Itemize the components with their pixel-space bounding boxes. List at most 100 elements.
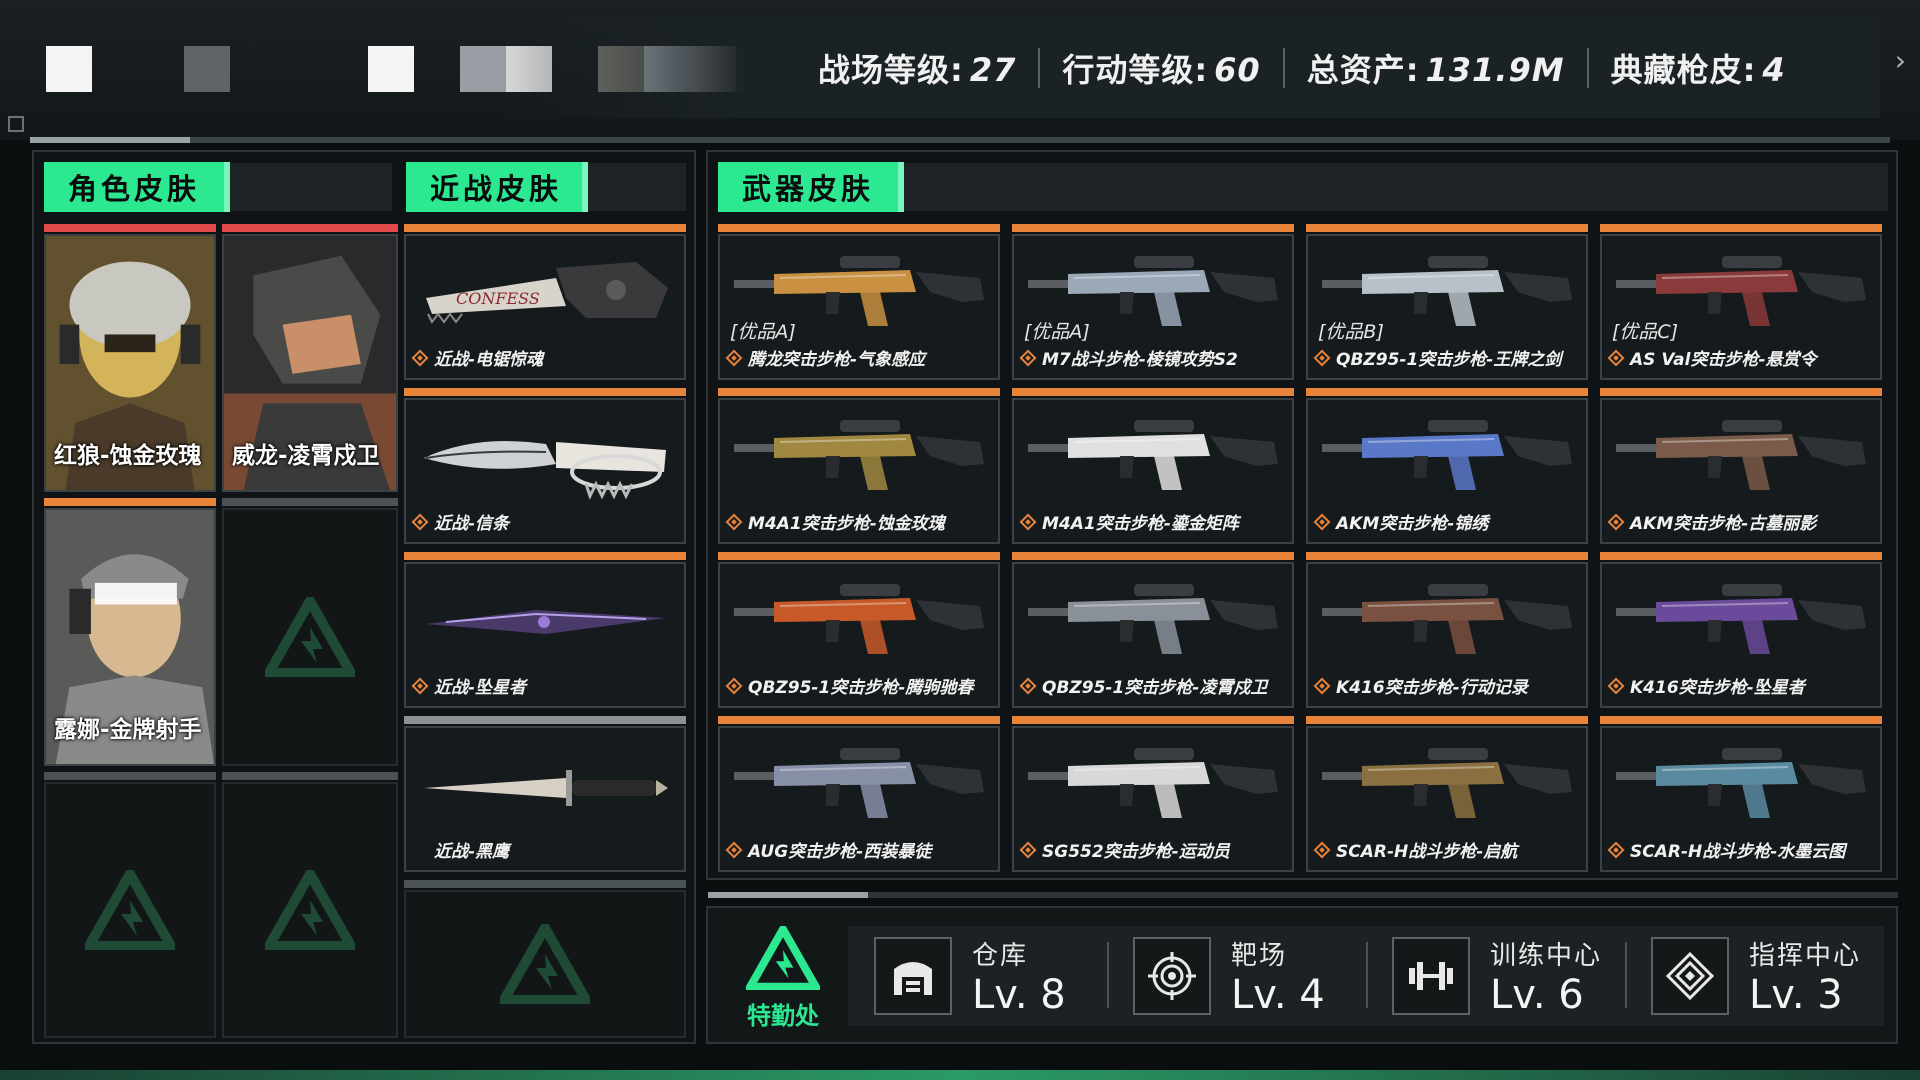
stat-value: 131.9M — [1425, 51, 1565, 89]
delta-logo-icon — [743, 921, 823, 991]
rifle-icon — [1322, 748, 1572, 818]
weapon-card[interactable]: [优品A] M7战斗步枪-棱镜攻势S2 — [1012, 234, 1294, 380]
melee-card[interactable]: 近战-坠星者 — [404, 562, 686, 708]
stat-separator: : — [1742, 51, 1757, 89]
weapon-card[interactable]: SCAR-H战斗步枪-水墨云图 — [1600, 726, 1882, 872]
weapon-card[interactable]: K416突击步枪-坠星者 — [1600, 562, 1882, 708]
item-name: SCAR-H战斗步枪-水墨云图 — [1630, 842, 1846, 862]
facility-icon-box — [1133, 937, 1211, 1015]
section-tab-weapon-skins[interactable]: 武器皮肤 — [718, 162, 904, 212]
special-ops-button[interactable]: 特勤处 — [728, 921, 838, 1030]
item-label: 近战-黑鹰 — [414, 837, 509, 862]
facility-name: 训练中心 — [1490, 940, 1603, 971]
stat-separator: : — [1405, 51, 1420, 89]
character-card[interactable]: 露娜-金牌射手 — [44, 508, 216, 766]
melee-card[interactable]: CONFESS 近战-电锯惊魂 — [404, 234, 686, 380]
item-label: K416突击步枪-坠星者 — [1607, 673, 1805, 698]
rarity-diamond-icon — [1607, 841, 1625, 858]
rarity-bar — [718, 552, 1000, 560]
censored-name-block — [368, 46, 414, 92]
rifle-icon — [1616, 420, 1866, 490]
rifle-icon — [734, 584, 984, 654]
rarity-bar — [718, 716, 1000, 724]
item-name: K416突击步枪-坠星者 — [1630, 678, 1805, 698]
weapon-card[interactable]: QBZ95-1突击步枪-凌霄戍卫 — [1012, 562, 1294, 708]
rarity-diamond-icon — [725, 349, 743, 366]
item-name: QBZ95-1突击步枪-王牌之剑 — [1336, 350, 1562, 370]
item-label: M4A1突击步枪-鎏金矩阵 — [1019, 509, 1239, 534]
weapon-card[interactable]: AUG突击步枪-西装暴徒 — [718, 726, 1000, 872]
knife-icon — [424, 441, 666, 500]
target-icon — [1148, 952, 1196, 1000]
item-label: AUG突击步枪-西装暴徒 — [725, 837, 931, 862]
empty-bar — [44, 772, 216, 780]
section-tab-melee-skins[interactable]: 近战皮肤 — [406, 162, 588, 212]
facilities-panel: 特勤处 仓库 Lv. 8 靶场 Lv. 4 训练中心 Lv. 6 指挥中心 Lv. 3 — [706, 906, 1898, 1044]
weapon-card[interactable]: [优品B] QBZ95-1突击步枪-王牌之剑 — [1306, 234, 1588, 380]
weapon-card[interactable]: AKM突击步枪-锦绣 — [1306, 398, 1588, 544]
rarity-diamond-icon — [411, 677, 429, 694]
weapon-card[interactable]: [优品C] AS Val突击步枪-悬赏令 — [1600, 234, 1882, 380]
item-label: 近战-信条 — [411, 509, 509, 534]
rarity-bar — [1012, 552, 1294, 560]
rarity-bar — [1012, 716, 1294, 724]
rarity-bar — [718, 388, 1000, 396]
section-title: 近战皮肤 — [430, 172, 563, 206]
facility-level: Lv. 4 — [1231, 971, 1325, 1018]
empty-character-slot — [222, 782, 398, 1038]
weapon-card[interactable]: QBZ95-1突击步枪-腾驹驰春 — [718, 562, 1000, 708]
dagger-icon — [424, 770, 668, 806]
item-name: 腾龙突击步枪-气象感应 — [748, 350, 926, 370]
chevron-right-icon[interactable]: › — [1895, 44, 1906, 77]
weapon-card[interactable]: M4A1突击步枪-鎏金矩阵 — [1012, 398, 1294, 544]
item-label: QBZ95-1突击步枪-凌霄戍卫 — [1019, 673, 1268, 698]
rarity-bar — [44, 224, 216, 232]
rifle-icon — [1616, 584, 1866, 654]
svg-text:CONFESS: CONFESS — [456, 289, 540, 308]
weapon-card[interactable]: K416突击步枪-行动记录 — [1306, 562, 1588, 708]
rarity-bar — [404, 224, 686, 232]
weapon-card[interactable]: AKM突击步枪-古墓丽影 — [1600, 398, 1882, 544]
facility-training-center[interactable]: 训练中心 Lv. 6 — [1366, 926, 1625, 1026]
character-name: 威龙-凌霄戍卫 — [232, 443, 380, 469]
item-grade: [优品A] — [730, 321, 796, 343]
character-name: 红狼-蚀金玫瑰 — [54, 443, 202, 469]
rarity-bar — [1600, 716, 1882, 724]
rifle-icon — [734, 748, 984, 818]
empty-bar — [222, 498, 398, 506]
character-card[interactable]: 红狼-蚀金玫瑰 — [44, 234, 216, 492]
stat-label: 总资产 — [1306, 51, 1406, 89]
item-name: AKM突击步枪-古墓丽影 — [1630, 514, 1817, 534]
weapon-card[interactable]: [优品A] 腾龙突击步枪-气象感应 — [718, 234, 1000, 380]
item-name: QBZ95-1突击步枪-凌霄戍卫 — [1042, 678, 1268, 698]
rarity-diamond-icon — [725, 513, 743, 530]
rifle-icon — [1028, 584, 1278, 654]
delta-logo-icon — [85, 870, 175, 950]
item-name: SCAR-H战斗步枪-启航 — [1336, 842, 1518, 862]
item-label: AKM突击步枪-古墓丽影 — [1607, 509, 1817, 534]
section-tab-character-skins[interactable]: 角色皮肤 — [44, 162, 230, 212]
stat-label: 战场等级 — [818, 51, 951, 89]
character-card[interactable]: 威龙-凌霄戍卫 — [222, 234, 398, 492]
item-label: QBZ95-1突击步枪-王牌之剑 — [1313, 345, 1562, 370]
rarity-bar — [1600, 388, 1882, 396]
top-bar: 战场等级:27 行动等级:60 总资产:131.9M 典藏枪皮:4 › — [0, 0, 1920, 140]
weapon-card[interactable]: SCAR-H战斗步枪-启航 — [1306, 726, 1588, 872]
rifle-icon — [734, 420, 984, 490]
item-name: M4A1突击步枪-蚀金玫瑰 — [748, 514, 945, 534]
weapon-skins-panel: 武器皮肤 [优品A] 腾龙突击步枪-气象感应 [优品A] M7战斗步枪-棱镜攻势S2 — [706, 150, 1898, 880]
facility-warehouse[interactable]: 仓库 Lv. 8 — [848, 926, 1107, 1026]
rarity-bar — [1306, 388, 1588, 396]
melee-card[interactable]: 近战-黑鹰 — [404, 726, 686, 872]
facility-command-center[interactable]: 指挥中心 Lv. 3 — [1625, 926, 1884, 1026]
rarity-diamond-icon — [1019, 841, 1037, 858]
rarity-bar — [404, 716, 686, 724]
item-label: 近战-电锯惊魂 — [411, 345, 543, 370]
melee-card[interactable]: 近战-信条 — [404, 398, 686, 544]
rifle-icon — [1322, 420, 1572, 490]
weapon-card[interactable]: SG552突击步枪-运动员 — [1012, 726, 1294, 872]
weapon-card[interactable]: M4A1突击步枪-蚀金玫瑰 — [718, 398, 1000, 544]
rifle-icon — [1322, 584, 1572, 654]
facility-shooting-range[interactable]: 靶场 Lv. 4 — [1107, 926, 1366, 1026]
rarity-diamond-icon — [1019, 513, 1037, 530]
